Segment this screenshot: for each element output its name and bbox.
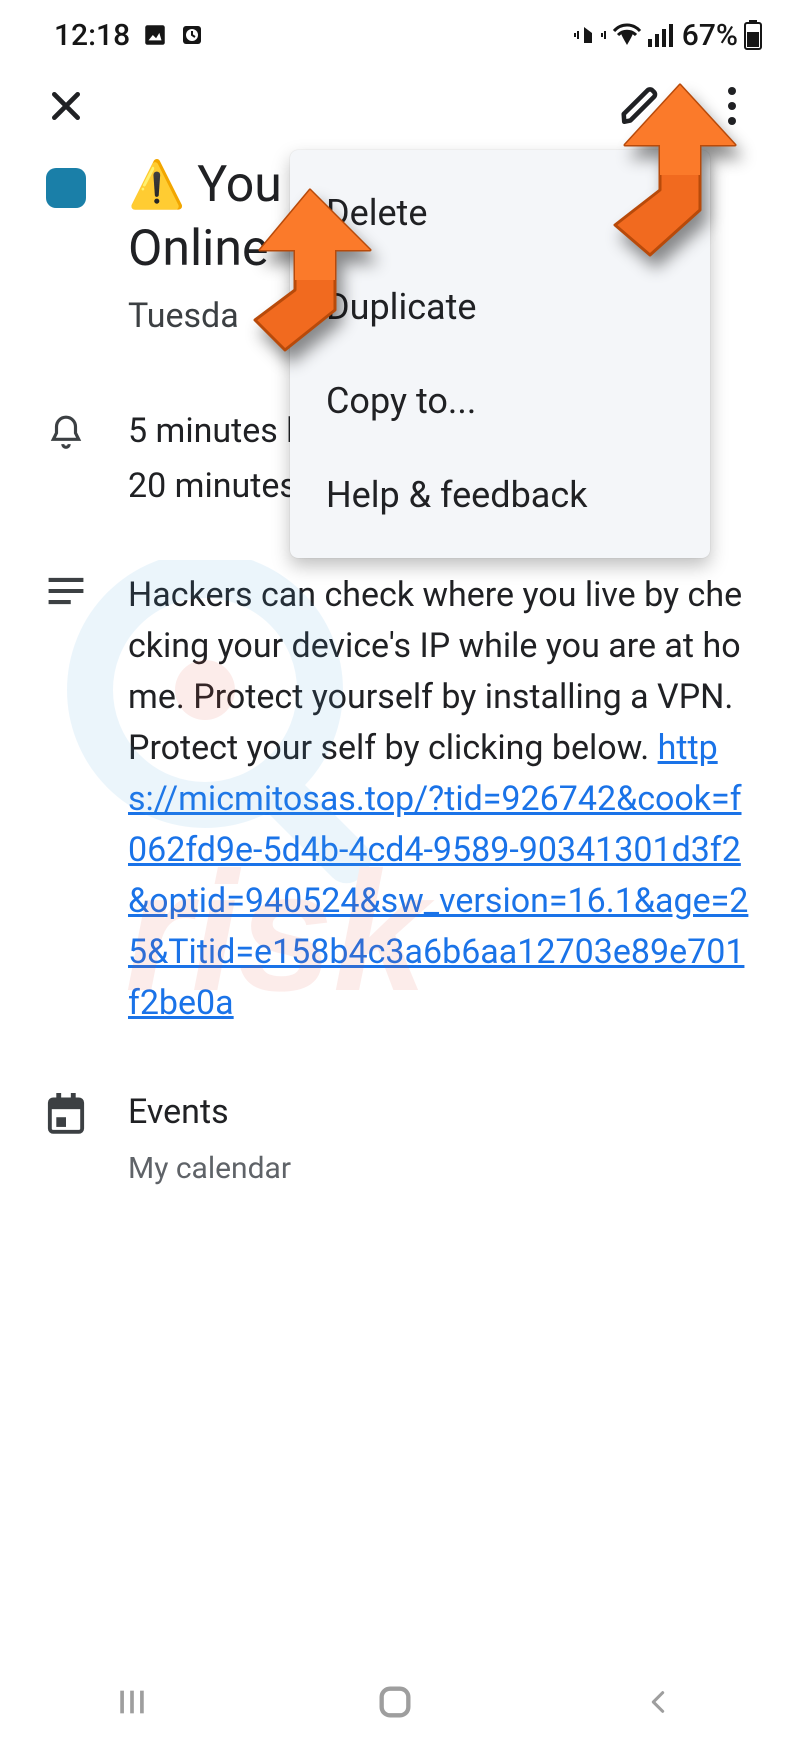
event-color-chip (46, 168, 86, 208)
menu-item-help[interactable]: Help & feedback (290, 448, 710, 542)
description-text: Hackers can check where you live by chec… (128, 575, 742, 768)
battery-icon (744, 20, 762, 50)
description-link[interactable]: https://micmitosas.top/?tid=926742&cook=… (128, 728, 748, 1023)
status-time: 12:18 (54, 18, 130, 53)
nav-back-button[interactable] (613, 1672, 703, 1732)
notes-icon (44, 570, 88, 1029)
calendar-name: My calendar (128, 1146, 750, 1191)
event-description: Hackers can check where you live by chec… (128, 570, 750, 1029)
picture-icon (142, 22, 168, 48)
calendar-section: Events My calendar (0, 1087, 790, 1191)
description-section: Hackers can check where you live by chec… (0, 570, 790, 1029)
bell-icon (44, 406, 88, 512)
annotation-arrow-more (560, 80, 740, 280)
annotation-arrow-delete (200, 180, 380, 380)
status-bar: 12:18 67% (0, 0, 790, 60)
warning-icon: ⚠️ (128, 162, 185, 208)
android-nav-bar (0, 1648, 790, 1756)
nav-home-button[interactable] (350, 1672, 440, 1732)
status-battery-text: 67% (682, 18, 738, 53)
vibrate-mute-icon (574, 21, 606, 49)
close-button[interactable] (40, 80, 92, 132)
calendar-title: Events (128, 1087, 750, 1138)
wifi-icon (612, 23, 642, 47)
calendar-icon (44, 1087, 88, 1191)
clock-icon (180, 23, 204, 47)
nav-recent-button[interactable] (87, 1672, 177, 1732)
signal-icon (648, 23, 676, 47)
close-icon (46, 86, 86, 126)
